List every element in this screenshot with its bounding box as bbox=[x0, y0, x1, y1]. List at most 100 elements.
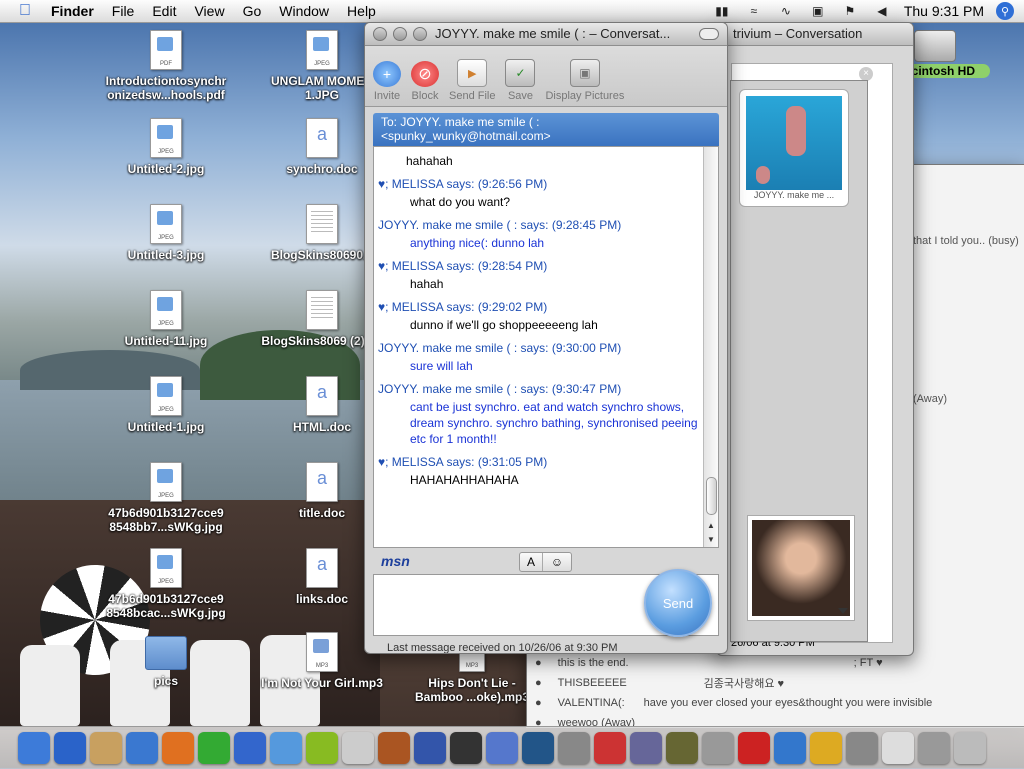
block-button[interactable]: ⊘ Block bbox=[411, 61, 439, 102]
ipod-icon[interactable] bbox=[702, 732, 734, 764]
message-item: JOYYY. make me smile ( : says: (9:30:47 … bbox=[374, 382, 718, 447]
away-label: (Away) bbox=[913, 393, 948, 405]
window-title: JOYYY. make me smile ( : – Conversat... bbox=[435, 26, 671, 41]
minimize-button[interactable] bbox=[393, 27, 407, 41]
chat-icon[interactable] bbox=[198, 732, 230, 764]
invite-button[interactable]: + Invite bbox=[373, 61, 401, 102]
messenger-icon[interactable] bbox=[774, 732, 806, 764]
menu-file[interactable]: File bbox=[103, 0, 144, 22]
trash-icon[interactable] bbox=[954, 732, 986, 764]
textedit-icon[interactable] bbox=[882, 732, 914, 764]
netscape-icon[interactable] bbox=[522, 732, 554, 764]
scrollbar-thumb[interactable] bbox=[706, 477, 717, 515]
volume-icon[interactable]: ◀ bbox=[872, 4, 892, 18]
jpeg-icon: JPEG bbox=[150, 204, 182, 244]
message-sender: JOYYY. make me smile ( : says: (9:30:47 … bbox=[378, 382, 622, 396]
safari-icon[interactable] bbox=[126, 732, 158, 764]
itunes-icon[interactable] bbox=[486, 732, 518, 764]
message-item: ♥; MELISSA says: (9:29:02 PM) dunno if we… bbox=[374, 300, 718, 333]
desktop-icon-pdf[interactable]: PDF Introductiontosynchr onizedsw...hool… bbox=[98, 30, 234, 102]
send-file-button[interactable]: ▶ Send File bbox=[449, 59, 495, 102]
desktop-icon-jpg[interactable]: JPEG Untitled-2.jpg bbox=[98, 118, 234, 176]
desktop-icon-jpg[interactable]: JPEG Untitled-3.jpg bbox=[98, 204, 234, 262]
display-pictures-icon: ▣ bbox=[569, 59, 600, 87]
clock[interactable]: Thu 9:31 PM bbox=[904, 3, 984, 19]
mail-icon[interactable] bbox=[90, 732, 122, 764]
save-icon: ✓ bbox=[505, 59, 536, 87]
zoom-button[interactable] bbox=[413, 27, 427, 41]
contact-row[interactable]: ● this is the end. ; FT ♥ bbox=[535, 653, 1017, 673]
message-text: anything nice(: dunno lah bbox=[410, 236, 545, 250]
message-text: hahahah bbox=[406, 154, 453, 168]
contact-note: ; FT ♥ bbox=[853, 657, 883, 669]
scroll-down-icon[interactable]: ▼ bbox=[704, 533, 718, 547]
calculator-icon[interactable] bbox=[846, 732, 878, 764]
transcript-scrollbar[interactable]: ▲ ▼ bbox=[703, 147, 718, 547]
desktop-icon-jpg[interactable]: JPEG Untitled-11.jpg bbox=[98, 290, 234, 348]
save-label: Save bbox=[507, 90, 534, 102]
emoticon-button[interactable]: ☺ bbox=[543, 553, 571, 571]
preview-icon[interactable] bbox=[630, 732, 662, 764]
battery-icon[interactable]: ▮▮ bbox=[712, 4, 732, 18]
garageband-icon[interactable] bbox=[666, 732, 698, 764]
imovie-icon[interactable] bbox=[450, 732, 482, 764]
desktop-icon-jpg[interactable]: JPEG 47b6d901b3127cce9 8548bcac...sWKg.j… bbox=[98, 548, 234, 620]
yahoo-icon[interactable] bbox=[234, 732, 266, 764]
apple-menu-icon[interactable]:  bbox=[14, 0, 36, 22]
status-message: that I told you.. (busy) bbox=[913, 235, 1019, 247]
spotlight-icon[interactable]: ⚲ bbox=[996, 2, 1014, 20]
font-button[interactable]: A bbox=[520, 553, 543, 571]
menu-finder[interactable]: Finder bbox=[42, 0, 103, 22]
weather-icon[interactable] bbox=[810, 732, 842, 764]
sync-icon[interactable]: ∿ bbox=[776, 4, 796, 18]
acrobat-icon[interactable] bbox=[738, 732, 770, 764]
message-input[interactable]: Send bbox=[373, 569, 719, 637]
cd-icon[interactable] bbox=[558, 732, 590, 764]
close-button[interactable] bbox=[373, 27, 387, 41]
message-sender: ♥; MELISSA says: (9:29:02 PM) bbox=[378, 300, 548, 314]
my-display-picture[interactable] bbox=[747, 515, 855, 621]
send-button[interactable]: Send bbox=[644, 569, 712, 637]
chat-window[interactable]: JOYYY. make me smile ( : – Conversat... … bbox=[364, 22, 728, 654]
finder-icon[interactable] bbox=[18, 732, 50, 764]
contact-row[interactable]: ● VALENTINA(: have you ever closed your … bbox=[535, 693, 1017, 713]
firefox-icon[interactable] bbox=[162, 732, 194, 764]
flag-icon[interactable]: ⚑ bbox=[840, 4, 860, 18]
close-icon[interactable]: × bbox=[859, 67, 873, 81]
menu-edit[interactable]: Edit bbox=[143, 0, 185, 22]
quicktime-icon[interactable] bbox=[270, 732, 302, 764]
invite-icon: + bbox=[373, 61, 401, 87]
title-bar[interactable]: JOYYY. make me smile ( : – Conversat... bbox=[365, 23, 727, 46]
menu-go[interactable]: Go bbox=[234, 0, 271, 22]
display-icon[interactable]: ▣ bbox=[808, 4, 828, 18]
iphoto-icon[interactable] bbox=[378, 732, 410, 764]
toolbar-toggle-button[interactable] bbox=[699, 28, 719, 40]
scroll-up-icon[interactable]: ▲ bbox=[704, 519, 718, 533]
ical-icon[interactable] bbox=[594, 732, 626, 764]
menu-window[interactable]: Window bbox=[270, 0, 338, 22]
dvd-icon[interactable] bbox=[414, 732, 446, 764]
desktop-icon-jpg[interactable]: JPEG 47b6d901b3127cce9 8548bb7...sWKg.jp… bbox=[98, 462, 234, 534]
menu-view[interactable]: View bbox=[185, 0, 233, 22]
contact-name: THISBEEEEE bbox=[557, 677, 627, 689]
desktop-icon-jpg[interactable]: JPEG Untitled-1.jpg bbox=[98, 376, 234, 434]
contact-display-picture[interactable]: JOYYY. make me ... bbox=[739, 89, 849, 207]
display-pictures-button[interactable]: ▣ Display Pictures bbox=[545, 59, 624, 102]
send-file-label: Send File bbox=[449, 90, 496, 102]
ie-icon[interactable] bbox=[54, 732, 86, 764]
menu-help[interactable]: Help bbox=[338, 0, 385, 22]
finder2-icon[interactable] bbox=[918, 732, 950, 764]
contact-row[interactable]: ● THISBEEEEE 김종국사랑해요 ♥ bbox=[535, 673, 1017, 693]
chevron-down-icon[interactable] bbox=[838, 608, 848, 614]
title-bar[interactable]: trivium – Conversation bbox=[717, 23, 913, 46]
save-button[interactable]: ✓ Save bbox=[505, 59, 536, 102]
limewire-icon[interactable] bbox=[306, 732, 338, 764]
message-sender: ♥; MELISSA says: (9:26:56 PM) bbox=[378, 177, 548, 191]
message-sender: JOYYY. make me smile ( : says: (9:30:00 … bbox=[378, 341, 622, 355]
desktop-icon-folder[interactable]: pics bbox=[98, 632, 234, 688]
app-icon[interactable] bbox=[342, 732, 374, 764]
dock bbox=[0, 726, 1024, 769]
conversation-transcript[interactable]: hahahah ♥; MELISSA says: (9:26:56 PM) wha… bbox=[373, 146, 719, 548]
wifi-icon[interactable]: ≈ bbox=[744, 4, 764, 18]
folder-icon bbox=[145, 636, 187, 670]
